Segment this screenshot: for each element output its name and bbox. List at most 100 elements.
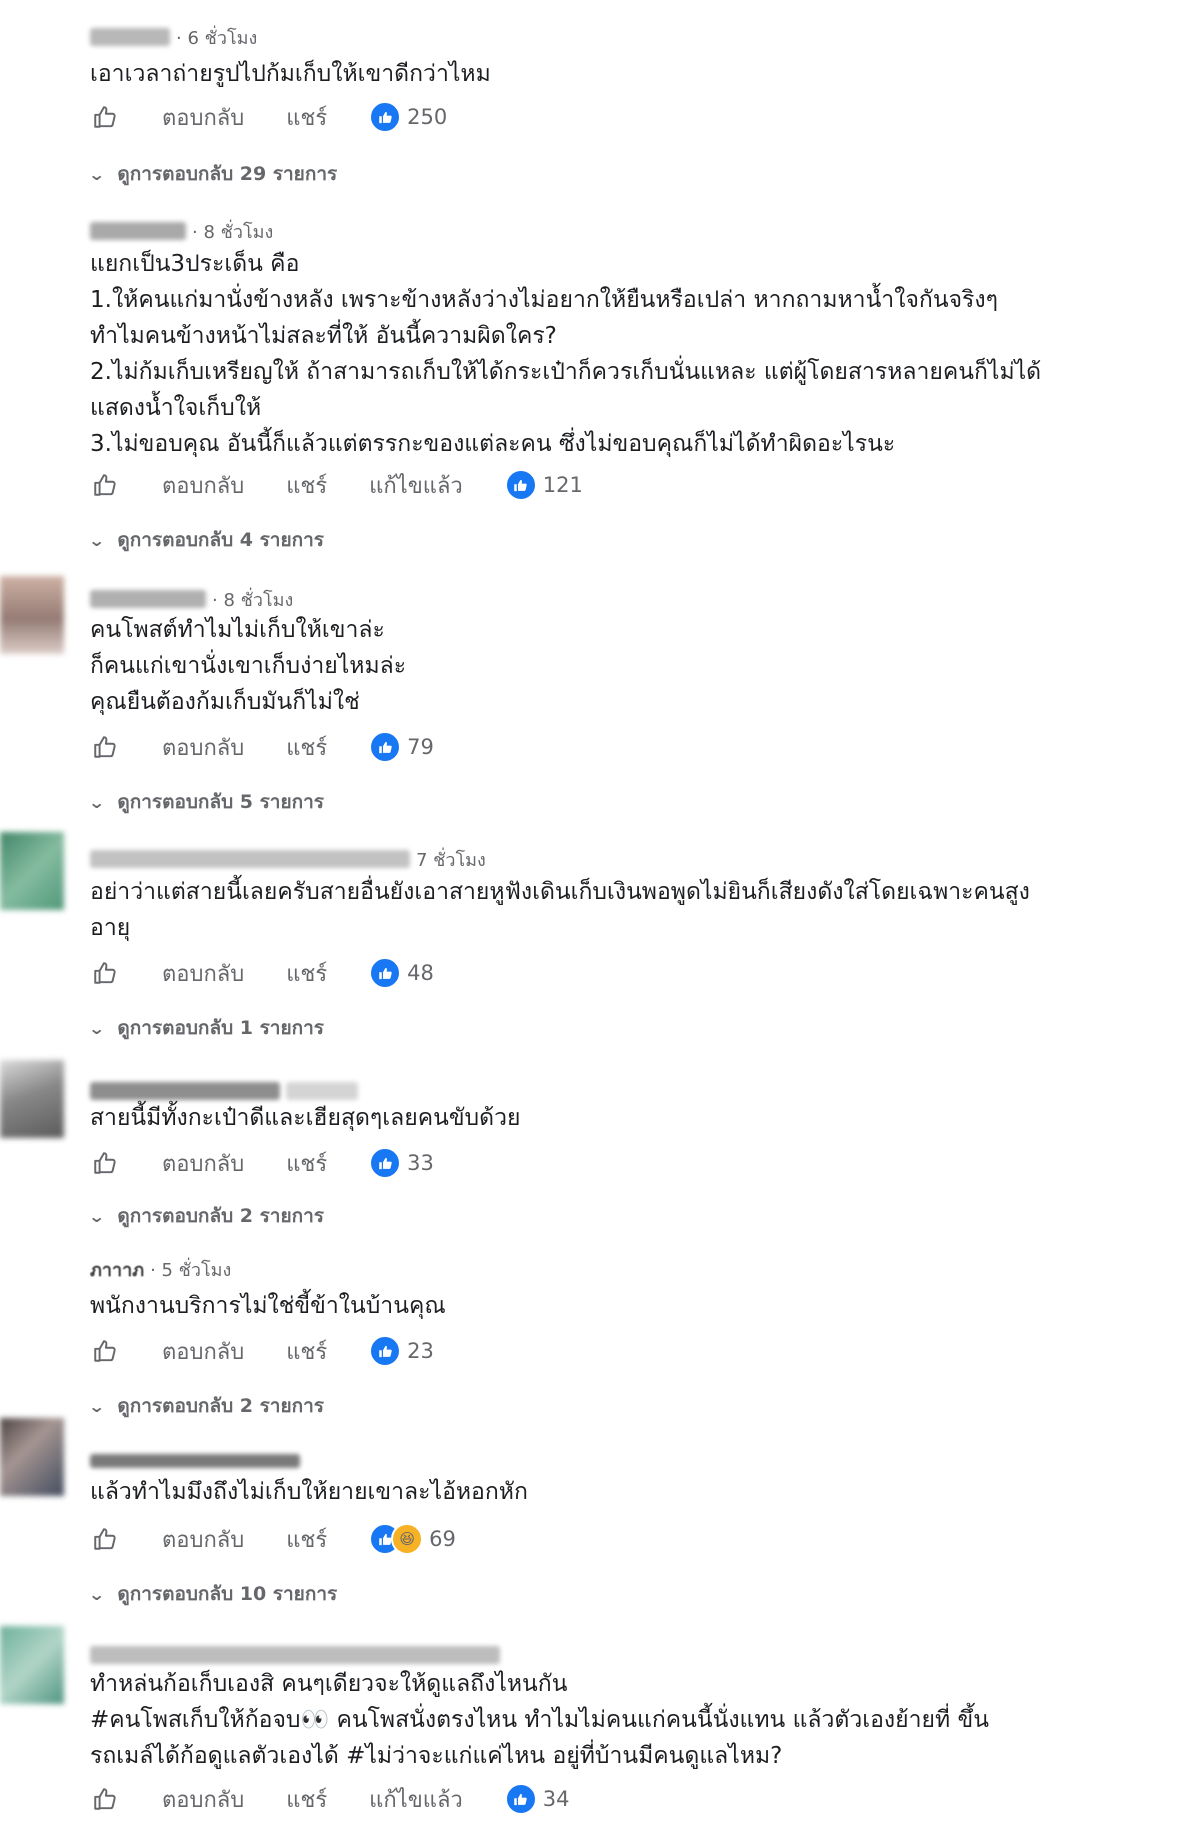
reply-button[interactable]: ตอบกลับ bbox=[162, 100, 244, 135]
avatar[interactable] bbox=[0, 1418, 64, 1496]
comment-time[interactable]: · 8 ชั่วโมง bbox=[192, 217, 273, 246]
reaction-summary[interactable]: 😆 69 bbox=[369, 1523, 456, 1555]
like-icon[interactable] bbox=[90, 1336, 120, 1366]
commenter-name[interactable]: ภาาาภ bbox=[90, 1255, 144, 1284]
view-replies-link[interactable]: ⌄ ดูการตอบกลับ 10 รายการ bbox=[87, 1580, 338, 1608]
edited-label: แก้ไขแล้ว bbox=[369, 473, 463, 499]
share-button[interactable]: แชร์ bbox=[286, 730, 327, 765]
view-replies-label: ดูการตอบกลับ 2 รายการ bbox=[117, 1205, 324, 1227]
reaction-summary[interactable]: 23 bbox=[369, 1335, 434, 1367]
reaction-count: 23 bbox=[407, 1339, 434, 1363]
comment-actions: ตอบกลับ แชร์ แก้ไขแล้ว 34 bbox=[90, 1782, 570, 1816]
view-replies-label: ดูการตอบกลับ 1 รายการ bbox=[117, 1017, 324, 1039]
like-icon[interactable] bbox=[90, 1148, 120, 1178]
comment-text: แล้วทำไมมึงถึงไม่เก็บให้ยายเขาละไอ้หอกหั… bbox=[90, 1479, 528, 1505]
reply-button[interactable]: ตอบกลับ bbox=[162, 730, 244, 765]
share-button[interactable]: แชร์ bbox=[286, 1146, 327, 1181]
commenter-name[interactable] bbox=[90, 1646, 500, 1664]
view-replies-label: ดูการตอบกลับ 10 รายการ bbox=[117, 1583, 338, 1605]
like-reaction-icon bbox=[504, 1783, 537, 1815]
view-replies-link[interactable]: ⌄ ดูการตอบกลับ 2 รายการ bbox=[87, 1392, 324, 1420]
like-icon[interactable] bbox=[90, 1784, 120, 1814]
comment-meta bbox=[90, 1448, 306, 1474]
chevron-down-icon: ⌄ bbox=[87, 1584, 106, 1604]
comment-text: แยกเป็น3ประเด็น คือ 1.ให้คนแก่มานั่งข้าง… bbox=[90, 251, 1042, 457]
reaction-summary[interactable]: 34 bbox=[504, 1783, 570, 1815]
edited-label: แก้ไขแล้ว bbox=[369, 1787, 463, 1813]
commenter-name[interactable] bbox=[90, 28, 170, 46]
share-button[interactable]: แชร์ bbox=[286, 956, 327, 991]
avatar[interactable] bbox=[0, 832, 64, 910]
comment-actions: ตอบกลับ แชร์ 😆 69 bbox=[90, 1522, 456, 1556]
comment-meta: ภาาาภ · 5 ชั่วโมง bbox=[90, 1256, 231, 1282]
comment-time[interactable]: · 6 ชั่วโมง bbox=[176, 23, 257, 52]
commenter-name[interactable] bbox=[90, 1454, 300, 1468]
share-button[interactable]: แชร์ bbox=[286, 468, 327, 503]
reaction-count: 48 bbox=[407, 961, 434, 985]
chevron-down-icon: ⌄ bbox=[87, 530, 106, 550]
reply-button[interactable]: ตอบกลับ bbox=[162, 1146, 244, 1181]
reaction-summary[interactable]: 250 bbox=[369, 101, 447, 133]
comment-meta: 7 ชั่วโมง bbox=[90, 846, 486, 872]
reaction-count: 34 bbox=[542, 1787, 570, 1811]
comment-actions: ตอบกลับ แชร์ 33 bbox=[90, 1146, 434, 1180]
view-replies-link[interactable]: ⌄ ดูการตอบกลับ 4 รายการ bbox=[87, 526, 324, 554]
view-replies-link[interactable]: ⌄ ดูการตอบกลับ 29 รายการ bbox=[87, 160, 338, 188]
view-replies-link[interactable]: ⌄ ดูการตอบกลับ 1 รายการ bbox=[88, 1014, 324, 1042]
comment-time[interactable]: 7 ชั่วโมง bbox=[416, 845, 486, 874]
comment-time[interactable]: · 8 ชั่วโมง bbox=[212, 585, 293, 614]
comment-text: ทำหล่นก้อเก็บเองสิ คนๆเดียวจะให้ดูแลถึงไ… bbox=[90, 1671, 989, 1769]
comment-actions: ตอบกลับ แชร์ 23 bbox=[90, 1334, 434, 1368]
like-icon[interactable] bbox=[90, 732, 120, 762]
reply-button[interactable]: ตอบกลับ bbox=[162, 956, 244, 991]
commenter-name[interactable] bbox=[90, 850, 410, 868]
reaction-summary[interactable]: 33 bbox=[369, 1147, 434, 1179]
view-replies-link[interactable]: ⌄ ดูการตอบกลับ 2 รายการ bbox=[87, 1202, 324, 1230]
avatar[interactable] bbox=[0, 576, 64, 654]
comment-time[interactable]: · 5 ชั่วโมง bbox=[150, 1255, 231, 1284]
reaction-count: 33 bbox=[407, 1151, 434, 1175]
commenter-name[interactable] bbox=[90, 222, 186, 240]
comment-text: คนโพสต์ทำไมไม่เก็บให้เขาล่ะ ก็คนแก่เขานั… bbox=[90, 617, 407, 715]
reaction-summary[interactable]: 48 bbox=[369, 957, 434, 989]
like-reaction-icon bbox=[369, 1147, 402, 1179]
reaction-count: 79 bbox=[407, 735, 434, 759]
like-icon[interactable] bbox=[90, 470, 120, 500]
comment-actions: ตอบกลับ แชร์ 250 bbox=[90, 100, 447, 134]
reply-button[interactable]: ตอบกลับ bbox=[162, 1334, 244, 1369]
like-icon[interactable] bbox=[90, 102, 120, 132]
haha-reaction-icon: 😆 bbox=[391, 1523, 424, 1555]
share-button[interactable]: แชร์ bbox=[286, 1782, 327, 1817]
reaction-count: 121 bbox=[542, 473, 583, 497]
share-button[interactable]: แชร์ bbox=[286, 1522, 327, 1557]
commenter-name[interactable] bbox=[90, 590, 206, 608]
reply-button[interactable]: ตอบกลับ bbox=[162, 1522, 244, 1557]
like-icon[interactable] bbox=[90, 1524, 120, 1554]
like-reaction-icon bbox=[504, 469, 537, 501]
like-icon[interactable] bbox=[90, 958, 120, 988]
comment-meta bbox=[90, 1642, 506, 1668]
avatar[interactable] bbox=[0, 1060, 64, 1138]
commenter-name[interactable] bbox=[90, 1082, 280, 1100]
view-replies-label: ดูการตอบกลับ 2 รายการ bbox=[117, 1395, 324, 1417]
reply-button[interactable]: ตอบกลับ bbox=[162, 1782, 244, 1817]
comment-text: พนักงานบริการไม่ใช่ขี้ข้าในบ้านคุณ bbox=[90, 1293, 446, 1319]
reaction-summary[interactable]: 79 bbox=[369, 731, 434, 763]
comment-text: สายนี้มีทั้งกะเป๋าดีและเฮียสุดๆเลยคนขับด… bbox=[90, 1105, 521, 1131]
like-reaction-icon bbox=[369, 957, 402, 989]
chevron-down-icon: ⌄ bbox=[87, 164, 106, 184]
comment-time[interactable] bbox=[286, 1082, 358, 1100]
comment-actions: ตอบกลับ แชร์ แก้ไขแล้ว 121 bbox=[90, 468, 583, 502]
comment-meta: · 8 ชั่วโมง bbox=[90, 218, 273, 244]
chevron-down-icon: ⌄ bbox=[87, 1206, 106, 1226]
comment-meta: · 6 ชั่วโมง bbox=[90, 24, 257, 50]
share-button[interactable]: แชร์ bbox=[286, 1334, 327, 1369]
view-replies-label: ดูการตอบกลับ 5 รายการ bbox=[117, 791, 324, 813]
avatar[interactable] bbox=[0, 1626, 64, 1704]
share-button[interactable]: แชร์ bbox=[286, 100, 327, 135]
view-replies-link[interactable]: ⌄ ดูการตอบกลับ 5 รายการ bbox=[88, 788, 324, 816]
reaction-summary[interactable]: 121 bbox=[504, 469, 583, 501]
view-replies-label: ดูการตอบกลับ 29 รายการ bbox=[117, 163, 338, 185]
reply-button[interactable]: ตอบกลับ bbox=[162, 468, 244, 503]
chevron-down-icon: ⌄ bbox=[87, 1396, 106, 1416]
